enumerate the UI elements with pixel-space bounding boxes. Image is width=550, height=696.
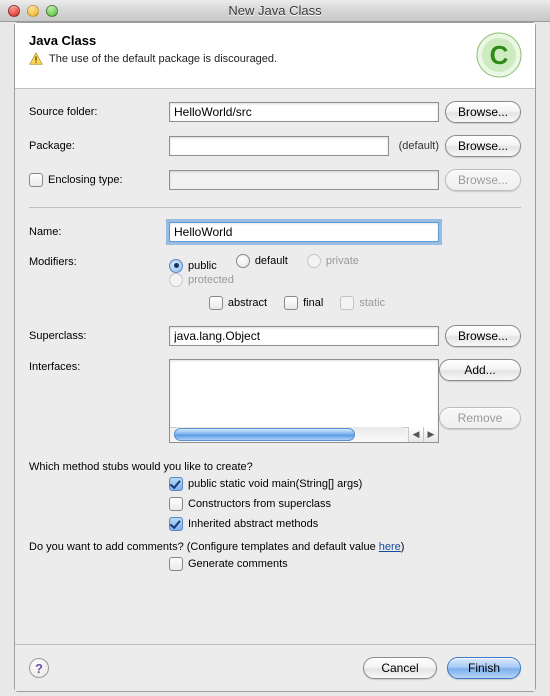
- interfaces-remove-button: Remove: [439, 407, 521, 429]
- modifier-private-radio: private: [307, 254, 359, 268]
- comments-question: Do you want to add comments? (Configure …: [29, 541, 521, 553]
- scroll-left-icon[interactable]: ◀: [408, 427, 423, 442]
- package-default-hint: (default): [399, 140, 439, 152]
- stub-main-checkbox[interactable]: public static void main(String[] args): [169, 477, 507, 491]
- package-input[interactable]: [169, 136, 389, 156]
- generate-comments-checkbox[interactable]: Generate comments: [169, 557, 507, 571]
- name-row: Name:: [29, 222, 521, 242]
- stubs-question: Which method stubs would you like to cre…: [29, 461, 521, 473]
- separator: [29, 207, 521, 208]
- comments-options: Generate comments: [29, 557, 521, 571]
- stub-inherited-checkbox[interactable]: Inherited abstract methods: [169, 517, 507, 531]
- warning-icon: [29, 52, 43, 66]
- package-browse-button[interactable]: Browse...: [445, 135, 521, 157]
- stubs-options: public static void main(String[] args) C…: [29, 477, 521, 531]
- window-titlebar: New Java Class: [0, 0, 550, 22]
- modifier-static-checkbox: static: [340, 296, 385, 310]
- modifier-default-radio[interactable]: default: [236, 254, 288, 268]
- modifier-public-radio[interactable]: public: [169, 259, 217, 273]
- superclass-row: Superclass: Browse...: [29, 325, 521, 347]
- dialog: Java Class The use of the default packag…: [14, 22, 536, 692]
- interfaces-list[interactable]: ◀ ▶: [169, 359, 439, 443]
- modifier-abstract-checkbox[interactable]: abstract: [209, 296, 267, 310]
- enclosing-type-label: Enclosing type:: [48, 174, 123, 186]
- interfaces-row: Interfaces: ◀ ▶ Add... Remove: [29, 359, 521, 443]
- source-folder-row: Source folder: Browse...: [29, 101, 521, 123]
- dialog-header: Java Class The use of the default packag…: [15, 23, 535, 89]
- superclass-input[interactable]: [169, 326, 439, 346]
- package-row: Package: (default) Browse...: [29, 135, 521, 157]
- stub-constructors-checkbox[interactable]: Constructors from superclass: [169, 497, 507, 511]
- modifiers-row: Modifiers: public default private protec…: [29, 254, 521, 313]
- zoom-window-button[interactable]: [46, 5, 58, 17]
- warning-text: The use of the default package is discou…: [49, 53, 277, 65]
- source-folder-browse-button[interactable]: Browse...: [445, 101, 521, 123]
- source-folder-label: Source folder:: [29, 106, 169, 118]
- scroll-right-icon[interactable]: ▶: [423, 427, 438, 442]
- page-title: Java Class: [29, 33, 521, 48]
- interfaces-label: Interfaces:: [29, 359, 169, 373]
- superclass-browse-button[interactable]: Browse...: [445, 325, 521, 347]
- enclosing-type-checkbox[interactable]: [29, 173, 43, 187]
- enclosing-type-row: Enclosing type: Browse...: [29, 169, 521, 191]
- superclass-label: Superclass:: [29, 330, 169, 342]
- configure-templates-link[interactable]: here: [379, 541, 401, 553]
- svg-text:C: C: [490, 40, 509, 70]
- modifiers-label: Modifiers:: [29, 254, 169, 268]
- modifier-final-checkbox[interactable]: final: [284, 296, 323, 310]
- interfaces-add-button[interactable]: Add...: [439, 359, 521, 381]
- close-window-button[interactable]: [8, 5, 20, 17]
- source-folder-input[interactable]: [169, 102, 439, 122]
- warning-line: The use of the default package is discou…: [29, 52, 521, 66]
- interfaces-scrollbar[interactable]: ◀ ▶: [170, 427, 438, 442]
- modifier-protected-radio: protected: [169, 273, 234, 287]
- class-badge-icon: C: [475, 31, 523, 79]
- help-button[interactable]: ?: [29, 658, 49, 678]
- name-label: Name:: [29, 226, 169, 238]
- name-input[interactable]: [169, 222, 439, 242]
- window-title: New Java Class: [0, 3, 550, 18]
- cancel-button[interactable]: Cancel: [363, 657, 437, 679]
- window-traffic-lights: [0, 5, 58, 17]
- dialog-footer: ? Cancel Finish: [15, 644, 535, 691]
- enclosing-type-browse-button: Browse...: [445, 169, 521, 191]
- minimize-window-button[interactable]: [27, 5, 39, 17]
- finish-button[interactable]: Finish: [447, 657, 521, 679]
- dialog-body: Source folder: Browse... Package: (defau…: [15, 89, 535, 644]
- package-label: Package:: [29, 140, 169, 152]
- enclosing-type-input: [169, 170, 439, 190]
